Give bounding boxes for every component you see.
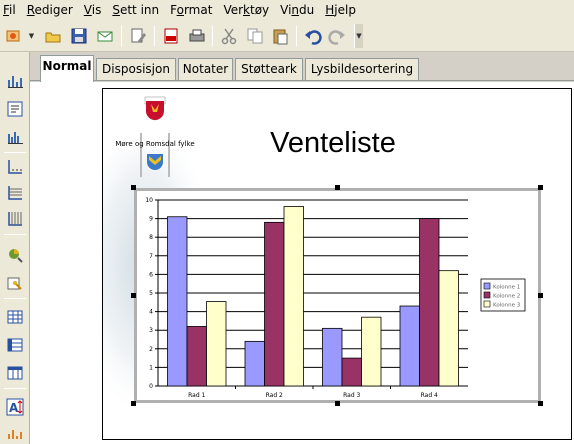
x-tick-label: Rad 4 [421, 392, 438, 399]
bar [419, 218, 440, 387]
chart-title-icon[interactable] [4, 98, 26, 120]
legend-swatch [483, 282, 491, 290]
resize-handle[interactable] [131, 185, 136, 190]
svg-text:A: A [9, 401, 19, 415]
resize-handle[interactable] [538, 401, 543, 406]
data-columns-icon[interactable] [4, 362, 26, 384]
data-rows-icon[interactable] [4, 334, 26, 356]
resize-handle[interactable] [335, 401, 340, 406]
menu-item-hjelp[interactable]: Hjelp [322, 0, 364, 20]
print-icon[interactable] [186, 25, 208, 47]
redo-icon[interactable] [326, 25, 348, 47]
menu-item-fil[interactable]: Fil [0, 0, 24, 20]
tab-lysbildesortering[interactable]: Lysbildesortering [305, 58, 419, 80]
x-tick-label: Rad 1 [188, 392, 205, 399]
open-folder-icon[interactable] [42, 25, 64, 47]
legend-swatch [483, 291, 491, 299]
standard-toolbar: ▼ ▼ [0, 20, 574, 52]
vertical-grid-icon[interactable] [4, 208, 26, 230]
y-tick-label: 5 [149, 290, 153, 297]
bar [322, 327, 343, 387]
bar [341, 357, 362, 387]
y-tick-label: 1 [149, 364, 153, 371]
export-pdf-icon[interactable] [160, 25, 182, 47]
resize-handle[interactable] [538, 293, 543, 298]
bar [244, 340, 265, 387]
y-tick-label: 0 [149, 383, 153, 390]
menu-item-vindu[interactable]: Vindu [277, 0, 322, 20]
y-tick-label: 3 [149, 327, 153, 334]
save-icon[interactable] [68, 25, 90, 47]
y-tick-label: 8 [149, 234, 153, 241]
legend-label: Kolonne 3 [493, 303, 521, 309]
chevron-down-icon[interactable]: ▼ [27, 29, 36, 43]
menu-bar: Fil Rediger Vis Sett inn Format Verktøy Vindu H… [0, 0, 574, 20]
chart-object[interactable]: 0 1 2 3 4 5 6 7 8 9 10 Rad 1 Rad 2 Rad 3 Rad 4 Kolonne … [134, 188, 541, 403]
x-tick-label: Rad 3 [343, 392, 360, 399]
chart-type-icon[interactable] [4, 70, 26, 92]
email-icon[interactable] [94, 25, 116, 47]
y-tick-label: 9 [149, 216, 153, 223]
menu-item-rediger[interactable]: Rediger [24, 0, 81, 20]
view-tabs: Normal Disposisjon Notater Støtteark Lysbild… [30, 52, 574, 82]
y-tick-label: 4 [149, 309, 153, 316]
copy-icon[interactable] [244, 25, 266, 47]
y-tick-label: 10 [145, 197, 153, 204]
logo-text: Møre og Romsdal fylke [115, 140, 195, 148]
edit-file-icon[interactable] [127, 25, 149, 47]
horizontal-grid-icon[interactable] [4, 182, 26, 204]
resize-handle[interactable] [335, 185, 340, 190]
legend-label: Kolonne 2 [493, 294, 520, 300]
bar [399, 305, 420, 387]
tab-notater[interactable]: Notater [178, 58, 233, 80]
text-scale-icon[interactable]: A [4, 396, 26, 418]
bar [167, 216, 188, 387]
county-logo: Møre og Romsdal fylke [113, 93, 197, 183]
slide[interactable]: Møre og Romsdal fylke Venteliste 0 1 2 3 4 5 6… [102, 88, 572, 440]
bar [264, 221, 285, 387]
data-table-icon[interactable] [4, 306, 26, 328]
bar [206, 301, 227, 387]
chart-area-icon[interactable] [4, 272, 26, 294]
legend-label: Kolonne 1 [493, 285, 520, 291]
y-tick-label: 6 [149, 271, 153, 278]
chart-legend-icon[interactable] [4, 126, 26, 148]
work-area: Normal Disposisjon Notater Støtteark Lysbild… [30, 52, 574, 444]
menu-item-vis[interactable]: Vis [81, 0, 110, 20]
new-document-icon[interactable] [3, 25, 25, 47]
bar [361, 316, 382, 387]
resize-handle[interactable] [538, 185, 543, 190]
toolbar-options-icon[interactable]: ▼ [354, 24, 363, 48]
bar [283, 206, 304, 387]
menu-item-sett-inn[interactable]: Sett inn [109, 0, 167, 20]
slide-title[interactable]: Venteliste [223, 127, 443, 160]
bar [438, 270, 459, 387]
bar [186, 326, 207, 387]
paste-icon[interactable] [269, 25, 291, 47]
tab-normal[interactable]: Normal [40, 55, 94, 82]
bar-chart[interactable]: 0 1 2 3 4 5 6 7 8 9 10 Rad 1 Rad 2 Rad 3 Rad 4 Kolonne … [137, 191, 538, 400]
y-tick-label: 7 [149, 253, 153, 260]
y-tick-label: 2 [149, 346, 153, 353]
resize-handle[interactable] [131, 401, 136, 406]
chart-toolbar: A [0, 52, 30, 444]
x-tick-label: Rad 2 [266, 392, 283, 399]
legend-swatch [483, 300, 491, 308]
resize-handle[interactable] [131, 293, 136, 298]
menu-item-verktøy[interactable]: Verktøy [220, 0, 277, 20]
chart-options-icon[interactable] [4, 422, 26, 444]
coat-of-arms-icon [140, 96, 170, 177]
undo-icon[interactable] [302, 25, 324, 47]
chart-axis-icon[interactable] [4, 156, 26, 178]
chart-wall-icon[interactable] [4, 244, 26, 266]
cut-icon[interactable] [218, 25, 240, 47]
tab-støtteark[interactable]: Støtteark [235, 58, 303, 80]
tab-disposisjon[interactable]: Disposisjon [96, 58, 176, 80]
slide-canvas[interactable]: Møre og Romsdal fylke Venteliste 0 1 2 3 4 5 6… [30, 82, 574, 444]
menu-item-format[interactable]: Format [167, 0, 220, 20]
